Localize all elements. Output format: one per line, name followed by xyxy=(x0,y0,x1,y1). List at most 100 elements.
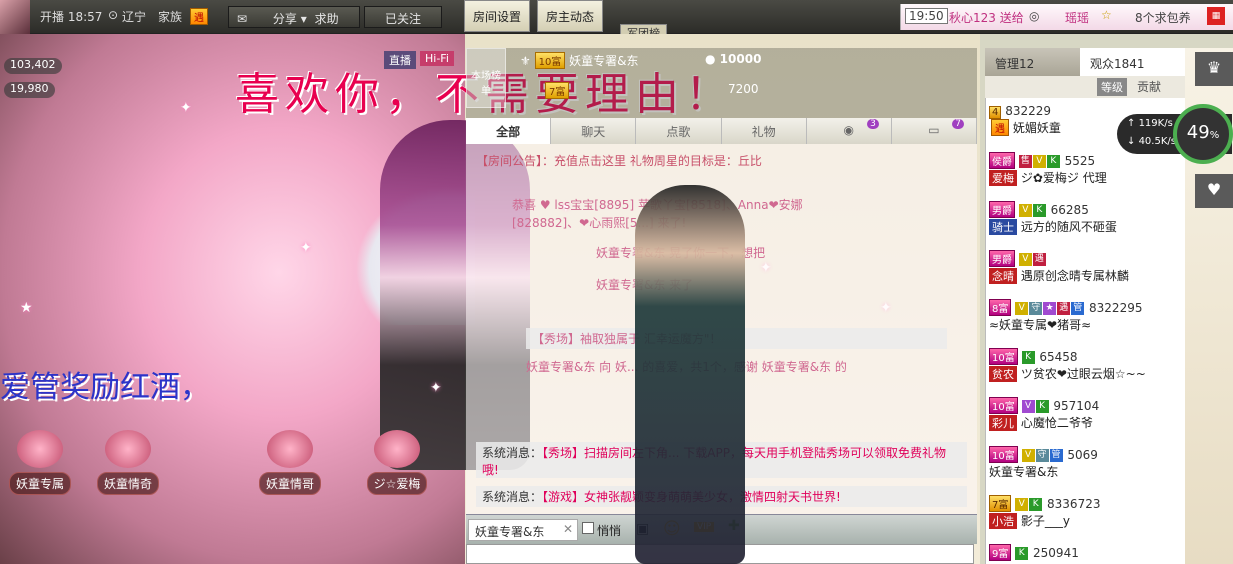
vip-icon: V xyxy=(1015,302,1029,315)
vip-icon: V xyxy=(1021,449,1035,462)
share-button[interactable]: 分享 xyxy=(273,12,297,26)
message-button[interactable]: ✉ 分享 ▾ 求助 xyxy=(228,6,360,28)
audience-user[interactable]: 7富 VK 8336723 小浩 影子___y xyxy=(989,495,1181,529)
gamepad-icon: ◉ xyxy=(843,123,855,137)
host-avatar[interactable] xyxy=(0,0,30,34)
guard-icon: 守 xyxy=(1029,302,1043,315)
coin-icon: ● xyxy=(705,52,716,66)
tab-cars[interactable]: ▭ 7 xyxy=(891,118,978,144)
location-pin-icon: ⊙ xyxy=(108,8,119,22)
ticker-recipient: 瑶瑶 xyxy=(1065,11,1090,25)
family-badge: 遇 xyxy=(188,8,208,25)
tab-songs[interactable]: 点歌 xyxy=(636,118,722,144)
heart-icon xyxy=(105,430,151,468)
guard-icon: 守 xyxy=(1035,449,1049,462)
sort-contrib-button[interactable]: 贡献 xyxy=(1137,78,1161,95)
medal-icon: ⚜ xyxy=(520,54,531,68)
tab-games[interactable]: ◉ 3 xyxy=(806,118,892,144)
help-button[interactable]: 求助 xyxy=(315,12,339,26)
top-bar: 开播 18:57 ⊙ 辽宁 家族 遇 ✉ 分享 ▾ 求助 已关注 房间设置 房主… xyxy=(0,0,1233,42)
congrats-message: 恭喜 ♥ lss宝宝[8895] 苹歌丫宝[8518]、Anna❤安娜 xyxy=(512,198,803,212)
badge-icon: 售 xyxy=(1018,155,1032,168)
likes-stat: 19,980 xyxy=(4,82,55,98)
whisper-checkbox[interactable] xyxy=(582,522,594,534)
recipient-selector[interactable]: 妖童专署&东 ✕ xyxy=(468,519,578,541)
gift-icon xyxy=(374,430,420,468)
audience-user[interactable]: 10富 V守管 5069 妖童专署&东 xyxy=(989,446,1181,480)
ticker-gift: 8个求包养 xyxy=(1135,11,1191,25)
audience-user[interactable]: 9富 K 250941 xyxy=(989,544,1181,561)
family-label: 家族 xyxy=(158,10,183,24)
gift-item[interactable]: 妖童专属 xyxy=(0,430,80,495)
sort-level-button[interactable]: 等级 xyxy=(1097,78,1127,96)
room-settings-button[interactable]: 房间设置 xyxy=(464,0,531,32)
stage-blue-text: 爱管奖励红酒， xyxy=(0,370,210,405)
close-icon[interactable]: ✕ xyxy=(563,522,573,536)
tab-admins[interactable]: 管理12 xyxy=(985,48,1080,76)
tab-chat[interactable]: 聊天 xyxy=(551,118,637,144)
gift-ticker: 19:50 秋心123 送给 ◎ 瑶瑶 ☆ 8个求包养 ▦ xyxy=(900,4,1233,30)
vip-icon: V xyxy=(1032,155,1046,168)
badge-icon: 遇 xyxy=(1032,253,1046,266)
chat-tabs: 全部 聊天 点歌 礼物 ◉ 3 ▭ 7 xyxy=(466,118,978,144)
k-icon: K xyxy=(1015,547,1029,560)
gift-box-icon: ▦ xyxy=(1207,7,1225,25)
sparkle-icon: ✦ xyxy=(430,380,442,396)
pig-icon xyxy=(17,430,63,468)
ring-icon: ◎ xyxy=(1029,9,1040,23)
k-icon: K xyxy=(1035,400,1049,413)
vip-icon: V xyxy=(1021,400,1035,413)
chevron-down-icon: ▾ xyxy=(300,12,307,26)
room-notice: 【房间公告】：充值点击这里 礼物周星的目标是：丘比 xyxy=(476,154,762,168)
gift-item[interactable]: 妖童情哥 xyxy=(250,430,330,495)
heart-icon[interactable]: ♥ xyxy=(1195,174,1233,208)
manager-icon: 管 xyxy=(1049,449,1063,462)
star-icon: ☆ xyxy=(1101,8,1112,22)
rank-first-coins: ● 10000 xyxy=(705,52,762,66)
audience-user[interactable]: 10富 VK 957104 彩儿 心魔怆二爷爷 xyxy=(989,397,1181,431)
tab-gifts[interactable]: 礼物 xyxy=(721,118,807,144)
badge-icon: 遇 xyxy=(1057,302,1071,315)
gift-item[interactable]: 妖童情奇 xyxy=(88,430,168,495)
gift-item[interactable]: ジ☆爱梅 xyxy=(357,430,437,495)
rank-first[interactable]: ⚜ 10富 妖童专署&东 xyxy=(520,52,639,69)
sparkle-icon: ✦ xyxy=(180,100,192,116)
tab-audience[interactable]: 观众1841 xyxy=(1080,48,1185,76)
download-speed: ↓ 40.5K/s xyxy=(1127,136,1176,147)
vip-icon: V xyxy=(1018,204,1032,217)
rank-list-button[interactable]: 本场榜单 xyxy=(466,48,506,108)
rank-second[interactable]: 7富 xyxy=(545,82,570,99)
star-icon: ★ xyxy=(1043,302,1057,315)
k-icon: K xyxy=(1046,155,1060,168)
audience-user[interactable]: 10富 K 65458 贫农 ツ贫农❤过眼云烟☆~~ xyxy=(989,348,1181,382)
audience-tabs: 管理12 观众1841 等级 贡献 xyxy=(985,48,1185,98)
follow-button[interactable]: 已关注 xyxy=(364,6,442,28)
k-icon: K xyxy=(1032,204,1046,217)
audience-user[interactable]: 男爵 VK 66285 骑士 远方的随风不砸蛋 xyxy=(989,201,1181,235)
gift-message-2: 妖童专署&东 向 妖... 的喜爱，共1个，感谢 妖童专署&东 的 xyxy=(526,360,847,374)
tab-all[interactable]: 全部 xyxy=(466,118,552,144)
mail-icon: ✉ xyxy=(237,12,248,26)
rank-second-coins: 7200 xyxy=(728,82,759,96)
viewers-stat: 103,402 xyxy=(4,58,62,74)
ticker-text: 秋心123 送给 xyxy=(949,11,1024,25)
location-label: 辽宁 xyxy=(122,10,147,24)
whisper-label: 悄悄 xyxy=(597,524,622,538)
vip-icon: V xyxy=(1015,498,1029,511)
vip-icon: V xyxy=(1018,253,1032,266)
upload-speed: ↑ 119K/s xyxy=(1127,118,1173,129)
car-icon: ▭ xyxy=(928,123,940,137)
sparkle-icon: ★ xyxy=(20,300,33,316)
crown-icon[interactable]: ♛ xyxy=(1195,52,1233,86)
audience-user[interactable]: 8富 V 守 ★ 遇管 8322295 ≈妖童专属❤猪哥≈ xyxy=(989,299,1181,333)
gift-icon xyxy=(267,430,313,468)
sparkle-icon: ✦ xyxy=(300,240,312,256)
avatar-boy-image xyxy=(635,185,745,564)
k-icon: K xyxy=(1021,351,1035,364)
k-icon: K xyxy=(1029,498,1043,511)
cpu-gauge: 49% xyxy=(1173,104,1233,164)
audience-user[interactable]: 侯爵 售VK 5525 爱梅 ジ✿爱梅ジ 代理 xyxy=(989,152,1181,186)
host-news-button[interactable]: 房主动态 xyxy=(537,0,604,32)
ticker-time: 19:50 xyxy=(905,8,948,24)
audience-user[interactable]: 男爵 V遇 念晴 遇原创念晴专属林麟 xyxy=(989,250,1181,284)
